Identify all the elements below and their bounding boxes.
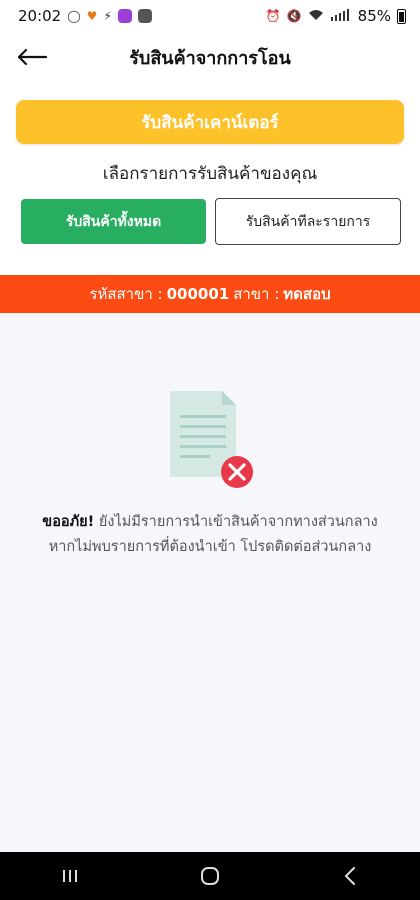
- heart-app-icon: ♥: [86, 9, 98, 23]
- branch-name-value: ทดสอบ: [283, 285, 331, 303]
- recent-apps-icon: [63, 870, 77, 882]
- battery-icon: [397, 8, 406, 24]
- status-left: 20:02 ◯ ♥ ⚡: [18, 7, 152, 25]
- gallery-icon: [137, 9, 152, 23]
- messenger-icon: ⚡: [103, 9, 112, 23]
- chevron-left-icon: [344, 867, 355, 885]
- page-title: รับสินค้าจากการโอน: [129, 47, 291, 69]
- apology-label: ขออภัย!: [42, 514, 95, 530]
- receive-each-button[interactable]: รับสินค้าทีละรายการ: [215, 198, 401, 245]
- signal-icon: [330, 8, 352, 24]
- empty-message-line1: ขออภัย! ยังไม่มีรายการนำเข้าสินค้าจากทาง…: [0, 510, 420, 533]
- receive-all-button[interactable]: รับสินค้าทั้งหมด: [21, 199, 206, 244]
- branch-code-value: 000001: [166, 285, 230, 303]
- status-bar: 20:02 ◯ ♥ ⚡ ⏰ 🔇 85%: [0, 0, 420, 32]
- alarm-icon: ⏰: [265, 9, 281, 23]
- branch-code-label: รหัสสาขา :: [89, 285, 163, 303]
- back-button[interactable]: [10, 40, 54, 74]
- app-header: รับสินค้าจากการโอน: [0, 32, 420, 82]
- branch-name-label: สาขา :: [233, 285, 280, 303]
- status-time: 20:02: [18, 7, 62, 25]
- branch-info-bar: รหัสสาขา : 000001 สาขา : ทดสอบ: [0, 275, 420, 313]
- counter-receive-button[interactable]: รับสินค้าเคาน์เตอร์: [16, 100, 404, 144]
- empty-message-text1: ยังไม่มีรายการนำเข้าสินค้าจากทางส่วนกลาง: [98, 514, 378, 530]
- app-notification-icon: [117, 9, 132, 23]
- battery-percent: 85%: [357, 7, 391, 25]
- document-error-icon: [170, 391, 253, 488]
- mute-icon: 🔇: [286, 9, 302, 23]
- system-nav-bar: [0, 852, 420, 900]
- home-icon: [201, 867, 219, 885]
- system-back-button[interactable]: [320, 856, 380, 896]
- chat-icon: ◯: [67, 9, 81, 23]
- empty-message-line2: หากไม่พบรายการที่ต้องนำเข้า โปรดติดต่อส่…: [48, 539, 372, 555]
- home-button[interactable]: [180, 856, 240, 896]
- recent-apps-button[interactable]: [40, 856, 100, 896]
- status-right: ⏰ 🔇 85%: [266, 7, 406, 25]
- wifi-icon: [308, 9, 324, 24]
- arrow-left-icon: [17, 48, 48, 66]
- choose-items-label: เลือกรายการรับสินค้าของคุณ: [102, 164, 318, 184]
